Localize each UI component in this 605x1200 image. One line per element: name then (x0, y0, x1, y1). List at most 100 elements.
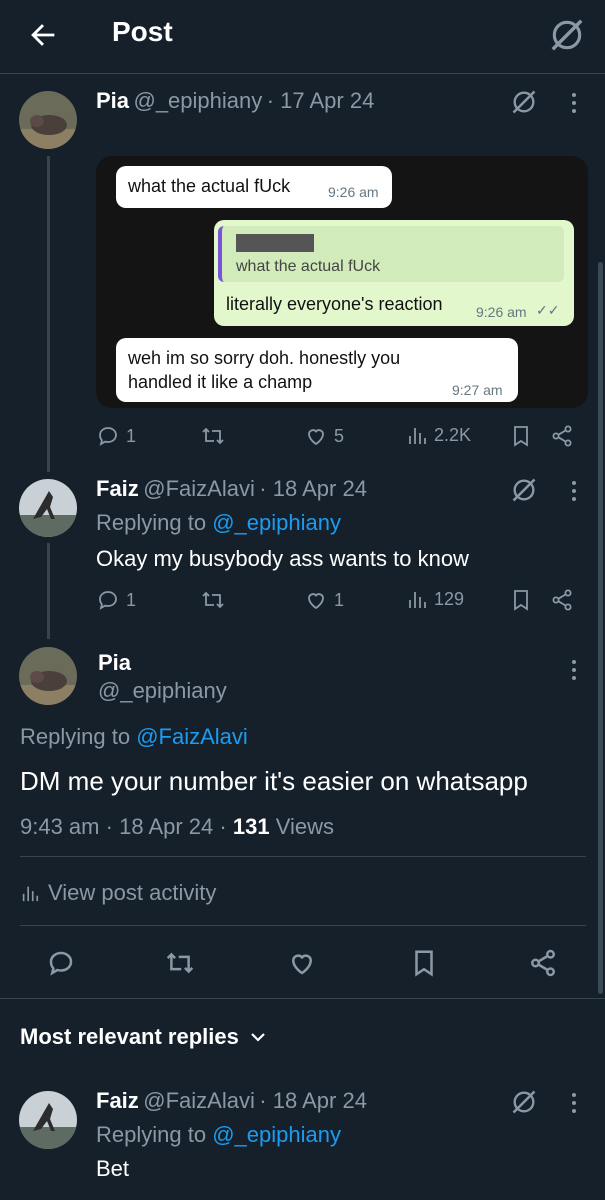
reply-count: 1 (126, 425, 137, 446)
share-button[interactable] (550, 588, 574, 612)
reply-button[interactable] (46, 948, 76, 978)
reply-count: 1 (126, 589, 137, 610)
post-text: Bet (96, 1156, 130, 1181)
retweet-button[interactable] (164, 948, 196, 978)
author-handle[interactable]: @FaizAlavi (143, 476, 255, 501)
grok-icon[interactable] (548, 16, 586, 54)
views-label: Views (275, 814, 334, 839)
divider (0, 998, 605, 999)
share-button[interactable] (550, 424, 574, 448)
chat-time: 9:27 am (452, 382, 503, 398)
replying-prefix: Replying to (96, 510, 207, 535)
heart-icon (308, 429, 324, 446)
avatar[interactable] (19, 647, 77, 705)
more-icon[interactable] (562, 657, 586, 683)
views-icon (409, 592, 426, 608)
grok-icon[interactable] (510, 1088, 538, 1116)
share-button[interactable] (528, 948, 558, 978)
more-icon[interactable] (562, 90, 586, 116)
chat-bubble: what the actual fUck 9:26 am (116, 166, 392, 208)
share-icon (552, 425, 572, 447)
reply-icon (99, 427, 117, 446)
chat-bubble: weh im so sorry doh. honestly you handle… (116, 338, 518, 402)
avatar[interactable] (19, 479, 77, 537)
retweet-button[interactable] (200, 588, 226, 612)
avatar[interactable] (19, 91, 77, 149)
bookmark-button[interactable] (410, 948, 438, 978)
reply-icon (99, 591, 117, 610)
redacted-name (236, 234, 314, 252)
replying-to: Replying to @_epiphiany (96, 1122, 341, 1148)
bookmark-button[interactable] (510, 588, 532, 612)
views-count: 131 (232, 814, 270, 839)
read-receipt-icon: ✓✓ (536, 302, 560, 318)
back-arrow-icon[interactable] (26, 18, 60, 52)
page-title: Post (112, 16, 173, 47)
author-name[interactable]: Faiz (96, 476, 139, 501)
chat-text: literally everyone's reaction (226, 294, 443, 314)
mention-link[interactable]: @_epiphiany (212, 510, 341, 535)
mention-link[interactable]: @_epiphiany (212, 1122, 341, 1147)
chat-bubble: what the actual fUck literally everyone'… (214, 220, 574, 326)
author-handle[interactable]: @_epiphiany (133, 88, 262, 113)
views-icon (22, 886, 39, 902)
author-handle[interactable]: @_epiphiany (98, 678, 227, 704)
chat-text: weh im so sorry doh. honestly you (128, 348, 401, 368)
replying-to: Replying to @_epiphiany (96, 510, 341, 536)
post-header: Faiz @FaizAlavi · 18 Apr 24 (96, 1088, 367, 1114)
bookmark-button[interactable] (510, 424, 532, 448)
mention-link[interactable]: @FaizAlavi (136, 724, 248, 749)
post-date[interactable]: · 17 Apr 24 (267, 88, 375, 113)
post-header: Pia @_epiphiany · 17 Apr 24 (96, 88, 374, 114)
view-activity-link[interactable]: View post activity (20, 880, 216, 906)
post-date[interactable]: 18 Apr 24 (119, 814, 213, 839)
grok-icon[interactable] (510, 88, 538, 116)
thread-line (47, 543, 50, 639)
reply-icon (49, 951, 73, 976)
more-icon[interactable] (562, 478, 586, 504)
chevron-down-icon (251, 1033, 265, 1042)
more-icon[interactable] (562, 1090, 586, 1116)
divider (20, 925, 586, 926)
chat-text: handled it like a champ (128, 372, 313, 392)
like-button[interactable]: 1 (304, 588, 344, 612)
post-date[interactable]: · 18 Apr 24 (259, 1088, 367, 1113)
heart-icon (291, 954, 313, 975)
post-meta: 9:43 am · 18 Apr 24 · 131 Views (20, 814, 334, 839)
avatar[interactable] (19, 1091, 77, 1149)
divider (20, 856, 586, 857)
share-icon (531, 949, 555, 977)
top-bar (0, 0, 605, 74)
post-image[interactable]: what the actual fUck 9:26 am what the ac… (96, 156, 588, 408)
retweet-button[interactable] (200, 424, 226, 448)
author-name[interactable]: Pia (96, 88, 129, 113)
author-name[interactable]: Pia (98, 650, 131, 676)
heart-icon (308, 593, 324, 610)
post-time[interactable]: 9:43 am (20, 814, 100, 839)
reply-button[interactable]: 1 (96, 424, 136, 448)
author-handle[interactable]: @FaizAlavi (143, 1088, 255, 1113)
views-button[interactable]: 129 (406, 588, 464, 610)
author-name[interactable]: Faiz (96, 1088, 139, 1113)
chat-text: what the actual fUck (128, 176, 291, 196)
bookmark-icon (514, 426, 528, 447)
chat-time: 9:26 am (328, 184, 379, 200)
post-text: DM me your number it's easier on whatsap… (20, 766, 528, 796)
quoted-message: what the actual fUck (218, 226, 564, 282)
grok-icon[interactable] (510, 476, 538, 504)
replying-to: Replying to @FaizAlavi (20, 724, 248, 750)
like-button[interactable] (287, 948, 317, 978)
bookmark-icon (415, 950, 433, 977)
post-header: Faiz @FaizAlavi · 18 Apr 24 (96, 476, 367, 502)
views-button[interactable]: 2.2K (406, 424, 471, 446)
views-count: 2.2K (434, 424, 472, 445)
replies-sort-dropdown[interactable]: Most relevant replies (20, 1024, 267, 1050)
like-button[interactable]: 5 (304, 424, 344, 448)
replying-prefix: Replying to (96, 1122, 207, 1147)
scrollbar[interactable] (598, 262, 603, 994)
post-date[interactable]: · 18 Apr 24 (259, 476, 367, 501)
views-icon (409, 428, 426, 444)
chat-time: 9:26 am (476, 304, 527, 320)
reply-button[interactable]: 1 (96, 588, 136, 612)
like-count: 5 (334, 425, 345, 446)
